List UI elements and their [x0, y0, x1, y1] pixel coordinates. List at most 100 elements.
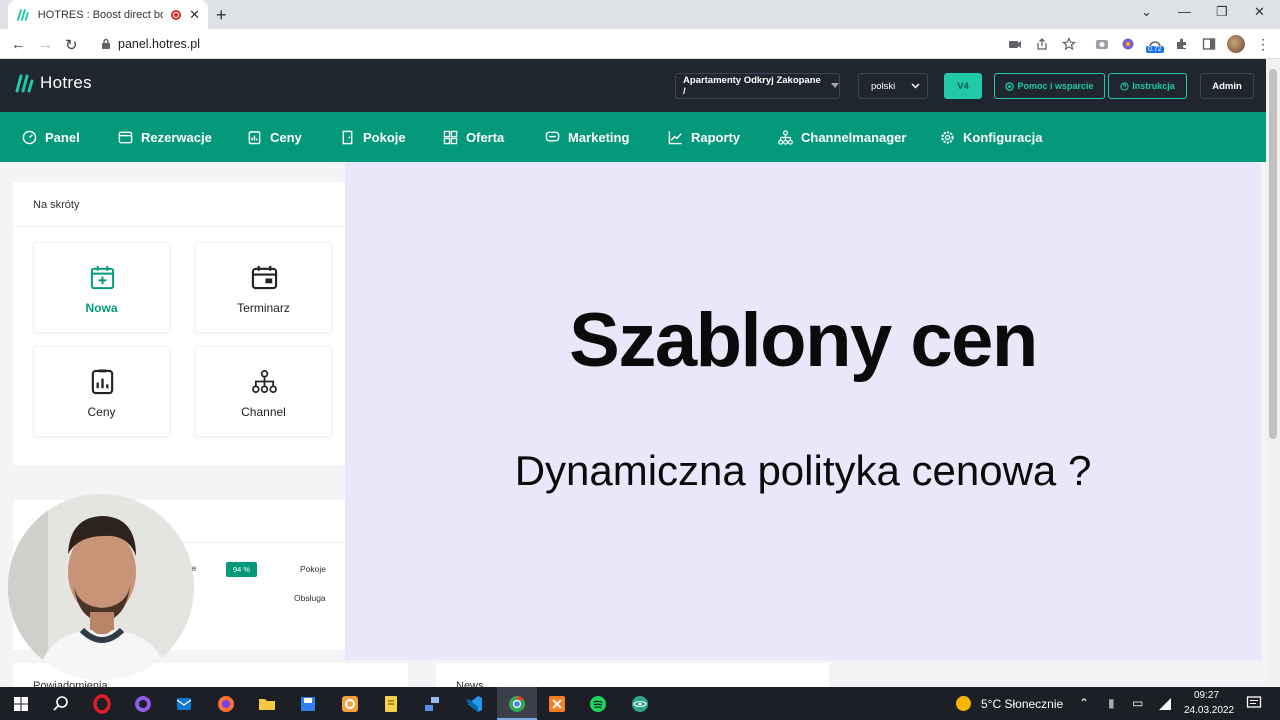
- extension-flower-icon[interactable]: [1121, 37, 1135, 51]
- admin-button[interactable]: Admin: [1200, 73, 1254, 99]
- nav-item-channelmanager[interactable]: Channelmanager: [778, 128, 906, 146]
- battery-icon[interactable]: ▭: [1132, 696, 1143, 710]
- door-icon: [342, 130, 353, 144]
- screenshot-icon[interactable]: [1095, 37, 1109, 51]
- extensions-puzzle-icon[interactable]: [1175, 37, 1189, 51]
- browser-tab[interactable]: HOTRES : Boost direct booki ✕: [8, 0, 208, 29]
- tray-usb-icon[interactable]: ▮: [1108, 696, 1115, 710]
- shortcut-tile-ceny[interactable]: Ceny: [33, 346, 170, 437]
- help-support-button[interactable]: Pomoc i wsparcie: [994, 73, 1105, 99]
- save-disk-icon[interactable]: [298, 694, 318, 714]
- windows-start-icon[interactable]: [11, 694, 31, 714]
- reload-icon[interactable]: ↻: [65, 36, 78, 54]
- share-icon[interactable]: [1035, 37, 1049, 51]
- clock-date[interactable]: 24.03.2022: [1184, 705, 1234, 716]
- network-app-icon[interactable]: [422, 694, 442, 714]
- instruction-button[interactable]: Instrukcja: [1108, 73, 1187, 99]
- nav-item-rezerwacje[interactable]: Rezerwacje: [118, 128, 212, 146]
- camera-icon[interactable]: [1008, 37, 1022, 51]
- nav-item-pokoje[interactable]: Pokoje: [340, 128, 406, 146]
- nav-item-konfiguracja[interactable]: Konfiguracja: [940, 128, 1042, 146]
- weather-sun-icon[interactable]: [956, 696, 971, 711]
- property-select[interactable]: Apartamenty Odkryj Zakopane /: [675, 73, 840, 99]
- extension-badge: 0.72: [1146, 46, 1164, 53]
- instruction-label: Instrukcja: [1132, 81, 1175, 91]
- hotres-logo-icon: [15, 74, 34, 93]
- offer-icon: [443, 130, 458, 144]
- prices-icon: [248, 130, 261, 144]
- folder-icon[interactable]: [257, 694, 277, 714]
- presentation-slide: Szablony cen Dynamiczna polityka cenowa …: [345, 162, 1261, 660]
- firefox-icon[interactable]: [216, 694, 236, 714]
- weather-text[interactable]: 5°C Słonecznie: [981, 697, 1063, 711]
- nav-label: Rezerwacje: [141, 129, 212, 145]
- logo-text: Hotres: [40, 73, 92, 92]
- xampp-icon[interactable]: [547, 694, 567, 714]
- atom-icon[interactable]: [630, 694, 650, 714]
- nav-item-raporty[interactable]: Raporty: [668, 128, 740, 146]
- nav-label: Ceny: [270, 129, 302, 145]
- shortcut-tile-channel[interactable]: Channel: [195, 346, 332, 437]
- back-icon[interactable]: ←: [11, 36, 26, 53]
- notes-icon[interactable]: [381, 694, 401, 714]
- url-field[interactable]: panel.hotres.pl: [118, 37, 200, 51]
- tab-search-button[interactable]: ⌄: [1141, 4, 1152, 20]
- nav-item-ceny[interactable]: Ceny: [247, 128, 302, 146]
- lock-icon: [102, 38, 110, 49]
- chrome-icon[interactable]: [507, 694, 527, 714]
- outlook-icon[interactable]: [174, 694, 194, 714]
- recording-icon: [171, 9, 182, 20]
- wifi-icon[interactable]: [1157, 696, 1173, 712]
- vscode-icon[interactable]: [464, 694, 484, 714]
- marketing-icon: [545, 131, 560, 141]
- shortcuts-title: Na skróty: [33, 199, 80, 211]
- shortcut-tile-nowa[interactable]: Nowa: [33, 242, 170, 333]
- minimize-button[interactable]: —: [1178, 4, 1191, 19]
- github-icon[interactable]: [133, 694, 153, 714]
- close-window-button[interactable]: ✕: [1254, 4, 1265, 20]
- notifications-icon[interactable]: [1246, 695, 1262, 711]
- nav-label: Pokoje: [363, 129, 406, 145]
- tile-label: Ceny: [87, 405, 116, 419]
- language-select-value: polski: [871, 80, 896, 92]
- clock-time[interactable]: 09:27: [1194, 690, 1219, 701]
- scrollbar-thumb[interactable]: [1269, 69, 1277, 439]
- tab-close-button[interactable]: ✕: [189, 7, 200, 23]
- caret-down-icon: [831, 83, 839, 88]
- search-icon[interactable]: [51, 694, 71, 714]
- hotres-favicon-icon: [16, 8, 29, 21]
- forward-icon[interactable]: →: [38, 36, 53, 53]
- shortcut-tile-terminarz[interactable]: Terminarz: [195, 242, 332, 333]
- bookmark-star-icon[interactable]: [1062, 37, 1076, 51]
- page-scrollbar[interactable]: [1266, 59, 1280, 687]
- tile-label: Terminarz: [237, 301, 290, 315]
- opera-icon[interactable]: [92, 694, 112, 714]
- nav-item-panel[interactable]: Panel: [22, 128, 80, 146]
- new-tab-button[interactable]: +: [216, 5, 227, 26]
- language-select[interactable]: polski: [858, 73, 928, 99]
- browser-tabbar: HOTRES : Boost direct booki ✕ + ⌄ — ❐ ✕: [0, 0, 1280, 29]
- profile-avatar[interactable]: [1227, 35, 1245, 53]
- main-nav: Panel Rezerwacje Ceny Pokoje Oferta Mark…: [0, 112, 1266, 162]
- calendar-plus-icon: [90, 265, 115, 290]
- prices-clipboard-icon: [91, 369, 114, 395]
- nav-label: Marketing: [568, 129, 630, 145]
- app-gear-icon[interactable]: [340, 694, 360, 714]
- tile-label: Nowa: [85, 301, 118, 315]
- tray-expand-icon[interactable]: ⌃: [1079, 696, 1089, 710]
- browser-toolbar: ← → ↻ panel.hotres.pl 0.72 ⋮: [0, 29, 1280, 59]
- hotres-logo[interactable]: Hotres: [14, 73, 92, 93]
- nav-item-oferta[interactable]: Oferta: [443, 128, 504, 146]
- network-icon: [778, 129, 793, 145]
- percent-badge: 94 %: [226, 562, 257, 577]
- tile-label: Channel: [241, 405, 286, 419]
- chevron-down-icon: [911, 83, 920, 89]
- maximize-button[interactable]: ❐: [1216, 4, 1228, 20]
- browser-menu-icon[interactable]: ⋮: [1256, 36, 1270, 53]
- side-panel-icon[interactable]: [1202, 37, 1216, 51]
- divider: [13, 226, 345, 227]
- version-button[interactable]: V4: [944, 73, 982, 99]
- spotify-icon[interactable]: [588, 694, 608, 714]
- gear-icon: [941, 130, 954, 144]
- nav-item-marketing[interactable]: Marketing: [545, 128, 629, 146]
